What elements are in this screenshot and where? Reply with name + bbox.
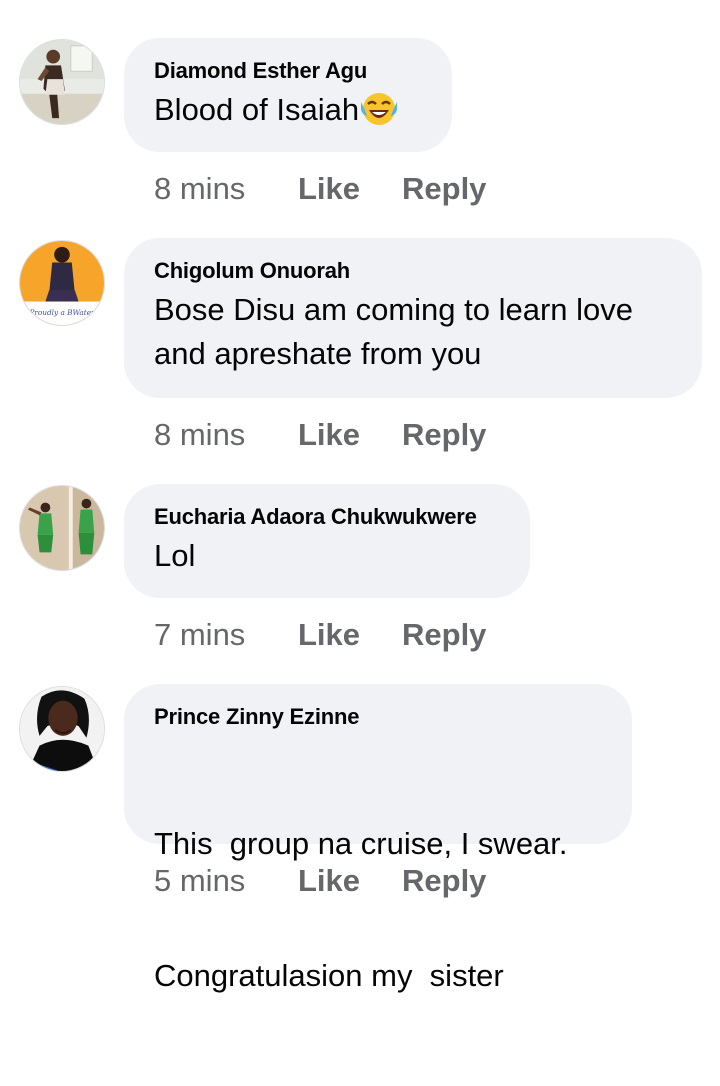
comment-timestamp[interactable]: 8 mins [154,169,298,209]
comment-author[interactable]: Eucharia Adaora Chukwukwere [154,504,500,530]
comment-author[interactable]: Diamond Esther Agu [154,58,422,84]
reply-button[interactable]: Reply [402,615,486,655]
reply-button[interactable]: Reply [402,169,486,209]
comment-timestamp[interactable]: 7 mins [154,615,298,655]
comment-timestamp[interactable]: 8 mins [154,415,298,455]
like-button[interactable]: Like [298,415,402,455]
comment-text-line: Bose Disu am coming to learn love [154,292,634,327]
avatar[interactable] [19,686,105,772]
avatar[interactable] [19,485,105,571]
comment-actions: 8 mins Like Reply [154,415,486,455]
comment-actions: 5 mins Like Reply [154,861,486,901]
avatar[interactable] [19,39,105,125]
reply-button[interactable]: Reply [402,415,486,455]
avatar-caption: Proudly a BWater [28,308,95,317]
comment-text: This group na cruise, I swear. Congratul… [154,734,602,1086]
comment-text-line: This group na cruise, I swear. [154,826,568,861]
avatar-photo [20,687,104,771]
comment-bubble: Prince Zinny Ezinne This group na cruise… [124,684,632,993]
comment-text: Lol [154,538,196,573]
like-button[interactable]: Like [298,169,402,209]
tears-of-joy-emoji-icon [361,93,398,125]
comment-bubble: Eucharia Adaora Chukwukwere Lol [124,484,530,598]
avatar[interactable]: Proudly a BWater [19,240,105,326]
like-button[interactable]: Like [298,615,402,655]
comment-actions: 7 mins Like Reply [154,615,486,655]
avatar-photo [20,486,104,570]
comment-text-line: and apreshate from you [154,336,482,371]
comment-text-line: Congratulasion my sister [154,958,504,993]
like-button[interactable]: Like [298,861,402,901]
avatar-photo: Proudly a BWater [20,241,104,325]
avatar-photo [20,40,104,124]
comment-timestamp[interactable]: 5 mins [154,861,298,901]
comment-text-content: Blood of Isaiah [154,92,360,127]
comment-bubble: Chigolum Onuorah Bose Disu am coming to … [124,238,702,398]
comment-text: Blood of Isaiah [154,88,422,132]
reply-button[interactable]: Reply [402,861,486,901]
comment-text: Bose Disu am coming to learn love and ap… [154,288,672,376]
comment-actions: 8 mins Like Reply [154,169,486,209]
comment-author[interactable]: Chigolum Onuorah [154,258,672,284]
comment-author[interactable]: Prince Zinny Ezinne [154,704,602,730]
comment-bubble: Diamond Esther Agu Blood of Isaiah [124,38,452,152]
